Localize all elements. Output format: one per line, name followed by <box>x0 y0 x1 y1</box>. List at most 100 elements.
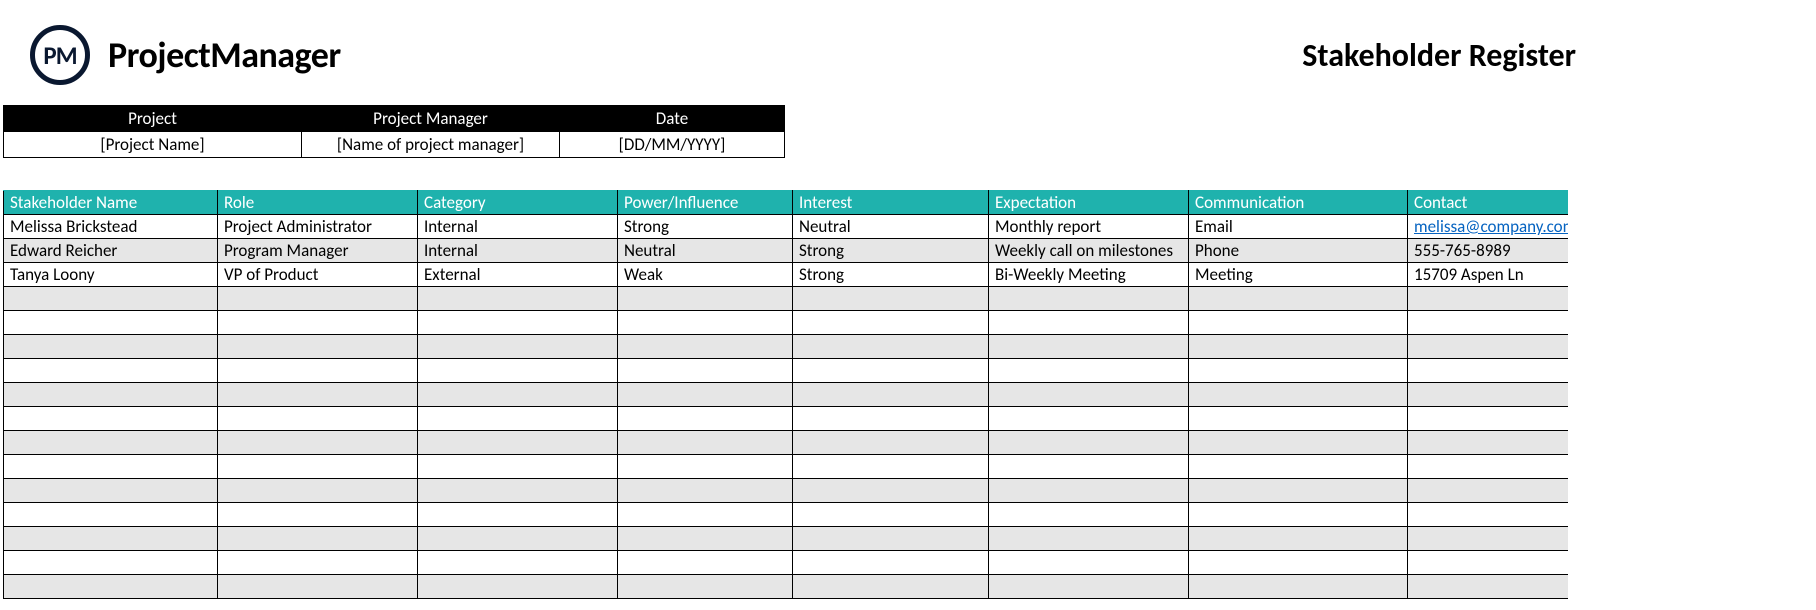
cell-name[interactable] <box>4 527 218 551</box>
cell-communication[interactable] <box>1189 527 1408 551</box>
cell-role[interactable] <box>218 359 418 383</box>
cell-communication[interactable]: Meeting <box>1189 263 1408 287</box>
cell-interest[interactable]: Strong <box>793 263 989 287</box>
contact-link[interactable]: melissa@company.com <box>1414 216 1568 237</box>
cell-power[interactable] <box>618 383 793 407</box>
cell-communication[interactable] <box>1189 455 1408 479</box>
cell-category[interactable]: Internal <box>418 239 618 263</box>
cell-communication[interactable] <box>1189 383 1408 407</box>
cell-communication[interactable] <box>1189 359 1408 383</box>
cell-expectation[interactable] <box>989 359 1189 383</box>
cell-expectation[interactable] <box>989 575 1189 599</box>
cell-name[interactable] <box>4 407 218 431</box>
cell-role[interactable] <box>218 575 418 599</box>
cell-name[interactable] <box>4 335 218 359</box>
cell-expectation[interactable] <box>989 527 1189 551</box>
cell-contact[interactable] <box>1408 527 1568 551</box>
cell-interest[interactable]: Strong <box>793 239 989 263</box>
cell-expectation[interactable] <box>989 383 1189 407</box>
cell-name[interactable] <box>4 311 218 335</box>
cell-role[interactable] <box>218 287 418 311</box>
cell-power[interactable] <box>618 335 793 359</box>
cell-expectation[interactable]: Bi-Weekly Meeting <box>989 263 1189 287</box>
cell-category[interactable] <box>418 311 618 335</box>
cell-name[interactable] <box>4 455 218 479</box>
cell-contact[interactable] <box>1408 575 1568 599</box>
cell-communication[interactable] <box>1189 503 1408 527</box>
cell-communication[interactable] <box>1189 311 1408 335</box>
cell-name[interactable] <box>4 575 218 599</box>
cell-interest[interactable] <box>793 503 989 527</box>
cell-name[interactable] <box>4 287 218 311</box>
cell-power[interactable]: Neutral <box>618 239 793 263</box>
cell-interest[interactable] <box>793 407 989 431</box>
cell-role[interactable] <box>218 527 418 551</box>
cell-interest[interactable] <box>793 527 989 551</box>
cell-role[interactable] <box>218 503 418 527</box>
cell-role[interactable] <box>218 311 418 335</box>
cell-communication[interactable] <box>1189 551 1408 575</box>
meta-value-manager[interactable]: [Name of project manager] <box>302 132 560 158</box>
cell-role[interactable] <box>218 335 418 359</box>
cell-power[interactable]: Strong <box>618 215 793 239</box>
cell-contact[interactable] <box>1408 455 1568 479</box>
cell-category[interactable] <box>418 431 618 455</box>
cell-category[interactable] <box>418 527 618 551</box>
cell-role[interactable]: Program Manager <box>218 239 418 263</box>
cell-contact[interactable] <box>1408 311 1568 335</box>
cell-power[interactable] <box>618 551 793 575</box>
cell-category[interactable] <box>418 455 618 479</box>
cell-role[interactable]: VP of Product <box>218 263 418 287</box>
cell-expectation[interactable]: Monthly report <box>989 215 1189 239</box>
cell-contact[interactable] <box>1408 359 1568 383</box>
cell-interest[interactable] <box>793 359 989 383</box>
cell-expectation[interactable]: Weekly call on milestones <box>989 239 1189 263</box>
cell-power[interactable] <box>618 575 793 599</box>
cell-expectation[interactable] <box>989 311 1189 335</box>
cell-expectation[interactable] <box>989 503 1189 527</box>
cell-category[interactable] <box>418 551 618 575</box>
cell-power[interactable] <box>618 479 793 503</box>
cell-name[interactable]: Tanya Loony <box>4 263 218 287</box>
cell-name[interactable] <box>4 359 218 383</box>
cell-category[interactable] <box>418 575 618 599</box>
cell-power[interactable] <box>618 455 793 479</box>
cell-communication[interactable]: Phone <box>1189 239 1408 263</box>
cell-expectation[interactable] <box>989 407 1189 431</box>
meta-value-project[interactable]: [Project Name] <box>4 132 302 158</box>
cell-interest[interactable] <box>793 551 989 575</box>
cell-name[interactable] <box>4 503 218 527</box>
cell-category[interactable]: Internal <box>418 215 618 239</box>
cell-contact[interactable] <box>1408 503 1568 527</box>
cell-contact[interactable] <box>1408 407 1568 431</box>
cell-power[interactable] <box>618 503 793 527</box>
cell-name[interactable]: Edward Reicher <box>4 239 218 263</box>
cell-expectation[interactable] <box>989 455 1189 479</box>
cell-contact[interactable] <box>1408 335 1568 359</box>
cell-category[interactable] <box>418 503 618 527</box>
cell-name[interactable] <box>4 551 218 575</box>
cell-communication[interactable] <box>1189 287 1408 311</box>
cell-power[interactable] <box>618 431 793 455</box>
cell-contact[interactable] <box>1408 383 1568 407</box>
cell-expectation[interactable] <box>989 431 1189 455</box>
cell-role[interactable] <box>218 479 418 503</box>
cell-interest[interactable] <box>793 431 989 455</box>
cell-role[interactable] <box>218 455 418 479</box>
cell-interest[interactable] <box>793 335 989 359</box>
cell-communication[interactable] <box>1189 335 1408 359</box>
cell-interest[interactable] <box>793 383 989 407</box>
cell-interest[interactable]: Neutral <box>793 215 989 239</box>
cell-power[interactable] <box>618 287 793 311</box>
cell-name[interactable] <box>4 383 218 407</box>
cell-role[interactable] <box>218 431 418 455</box>
cell-communication[interactable] <box>1189 575 1408 599</box>
meta-value-date[interactable]: [DD/MM/YYYY] <box>560 132 785 158</box>
cell-category[interactable] <box>418 407 618 431</box>
cell-name[interactable] <box>4 431 218 455</box>
cell-role[interactable]: Project Administrator <box>218 215 418 239</box>
cell-expectation[interactable] <box>989 479 1189 503</box>
cell-power[interactable] <box>618 407 793 431</box>
cell-power[interactable] <box>618 359 793 383</box>
cell-expectation[interactable] <box>989 551 1189 575</box>
